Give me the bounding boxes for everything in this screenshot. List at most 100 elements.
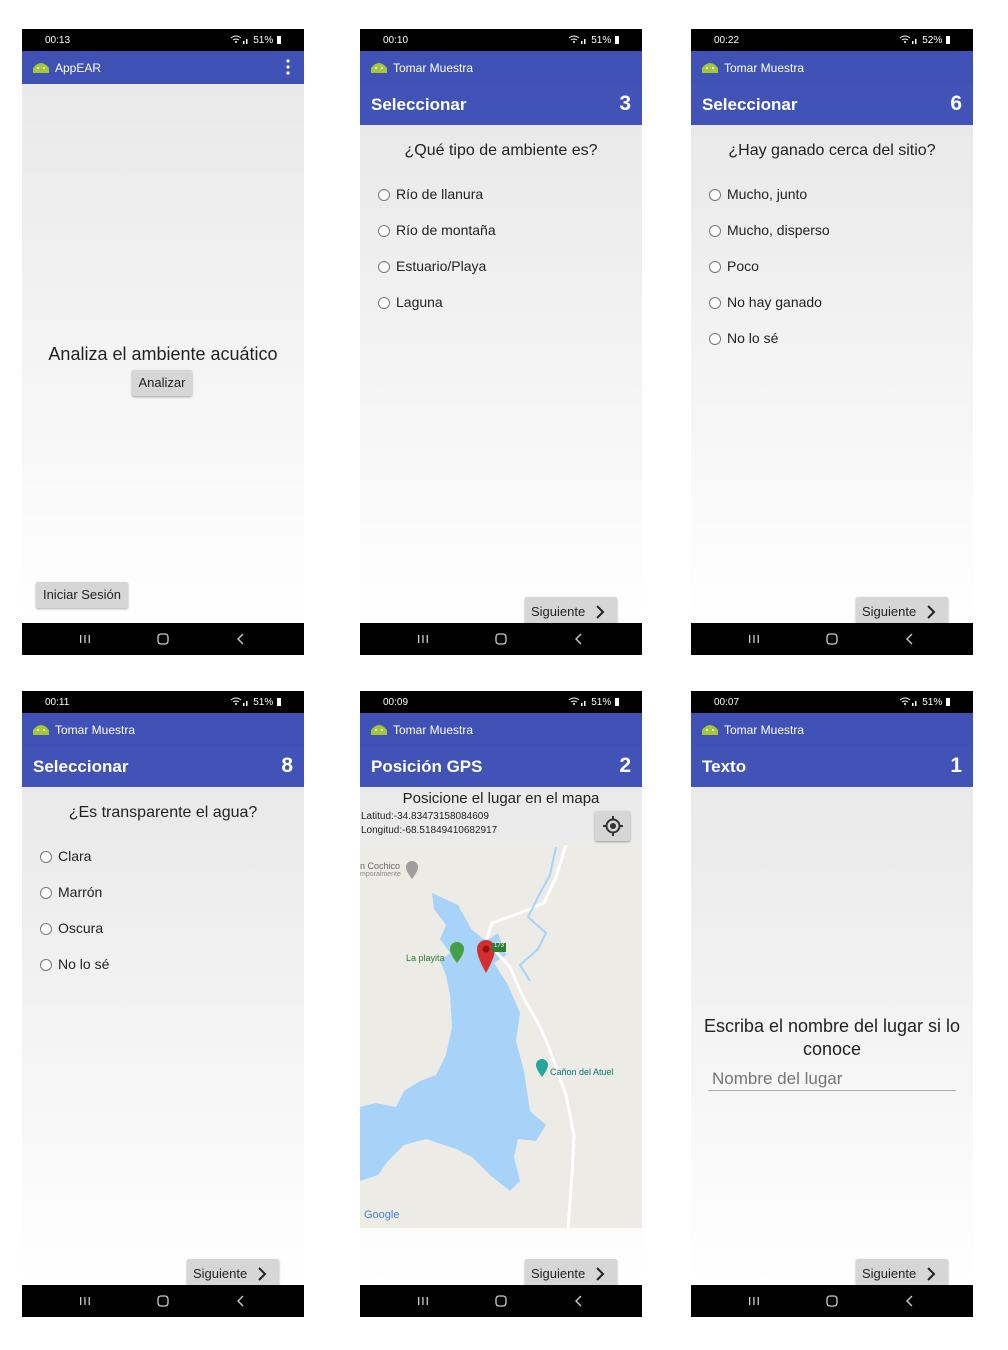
radio-button[interactable]: [709, 333, 721, 345]
android-logo-icon: [371, 725, 387, 735]
back-icon[interactable]: [903, 632, 917, 646]
content-area: Analiza el ambiente acuático Analizar In…: [22, 84, 304, 623]
step-title: Seleccionar: [371, 95, 467, 114]
status-bar: 00:09 51%: [360, 691, 642, 713]
question-text: ¿Es transparente el agua?: [68, 804, 258, 821]
step-title: Seleccionar: [702, 95, 798, 114]
app-bar: Tomar Muestra: [360, 51, 642, 84]
content-area: ¿Hay ganado cerca del sitio? Mucho, junt…: [691, 125, 973, 627]
status-time: 00:11: [45, 697, 70, 708]
home-icon[interactable]: [825, 1294, 839, 1308]
recents-icon[interactable]: [416, 632, 430, 646]
step-header: Texto 1: [691, 746, 973, 787]
map-label-temporal: mporalmente: [360, 871, 401, 878]
android-logo-icon: [702, 63, 718, 73]
battery-icon: [615, 36, 619, 44]
radio-button[interactable]: [709, 297, 721, 309]
system-nav-bar: [691, 623, 973, 655]
back-icon[interactable]: [234, 632, 248, 646]
question-text: ¿Qué tipo de ambiente es?: [404, 142, 598, 159]
recents-icon[interactable]: [78, 1294, 92, 1308]
battery-icon: [615, 698, 619, 706]
step-number: 3: [619, 92, 631, 115]
radio-button[interactable]: [378, 225, 390, 237]
battery-percent: 52%: [922, 35, 943, 46]
status-bar: 00:10 51%: [360, 29, 642, 51]
wifi-signal-icon: [569, 35, 586, 44]
app-title: Tomar Muestra: [55, 723, 136, 737]
system-nav-bar: [22, 1285, 304, 1317]
home-icon[interactable]: [825, 632, 839, 646]
radio-button[interactable]: [40, 887, 52, 899]
home-icon[interactable]: [156, 632, 170, 646]
battery-percent: 51%: [253, 35, 274, 46]
status-indicators: 51%: [899, 697, 951, 708]
next-label: Siguiente: [531, 1266, 586, 1281]
step-number: 1: [950, 754, 962, 777]
radio-button[interactable]: [709, 189, 721, 201]
app-bar: Tomar Muestra: [691, 51, 973, 84]
recents-icon[interactable]: [416, 1294, 430, 1308]
back-icon[interactable]: [903, 1294, 917, 1308]
overflow-menu-icon[interactable]: [286, 59, 290, 75]
radio-label: Río de llanura: [396, 186, 484, 202]
status-bar: 00:22 52%: [691, 29, 973, 51]
battery-icon: [946, 698, 950, 706]
radio-button[interactable]: [709, 225, 721, 237]
recents-icon[interactable]: [747, 632, 761, 646]
screen-place-name: 00:07 51% Tomar Muestra Texto 1 Escriba …: [691, 691, 973, 1317]
status-bar: 00:13 51%: [22, 29, 304, 51]
step-number: 2: [619, 754, 631, 777]
place-marker-canon: [536, 1059, 548, 1077]
home-icon[interactable]: [494, 1294, 508, 1308]
step-number: 6: [950, 92, 962, 115]
app-bar: AppEAR: [22, 51, 304, 84]
radio-button[interactable]: [378, 189, 390, 201]
place-name-input[interactable]: [708, 1067, 956, 1091]
analyze-button[interactable]: Analizar: [132, 370, 192, 396]
radio-label: Poco: [727, 258, 759, 274]
recents-icon[interactable]: [747, 1294, 761, 1308]
home-icon[interactable]: [494, 632, 508, 646]
place-marker-cochico: [406, 861, 418, 879]
map-label-playita: La playita: [406, 953, 445, 963]
next-label: Siguiente: [862, 604, 917, 619]
chevron-right-icon: [927, 1267, 936, 1281]
recents-icon[interactable]: [78, 632, 92, 646]
radio-label: Mucho, disperso: [727, 222, 830, 238]
step-title: Texto: [702, 757, 747, 776]
radio-button[interactable]: [378, 261, 390, 273]
home-icon[interactable]: [156, 1294, 170, 1308]
app-bar: Tomar Muestra: [691, 713, 973, 746]
next-label: Siguiente: [862, 1266, 917, 1281]
back-icon[interactable]: [572, 1294, 586, 1308]
back-icon[interactable]: [234, 1294, 248, 1308]
radio-button[interactable]: [40, 851, 52, 863]
step-header: Seleccionar 8: [22, 746, 304, 787]
wifi-signal-icon: [231, 35, 248, 44]
step-title: Posición GPS: [371, 757, 483, 776]
radio-label: Mucho, junto: [727, 186, 808, 202]
radio-button[interactable]: [378, 297, 390, 309]
battery-icon: [946, 36, 950, 44]
radio-label: Oscura: [58, 920, 104, 936]
status-time: 00:13: [45, 35, 71, 46]
radio-button[interactable]: [40, 959, 52, 971]
chevron-right-icon: [596, 1267, 605, 1281]
radio-label: Clara: [58, 848, 92, 864]
back-icon[interactable]: [572, 632, 586, 646]
radio-button[interactable]: [40, 923, 52, 935]
status-time: 00:10: [383, 35, 409, 46]
my-location-button[interactable]: [595, 811, 630, 841]
wifi-signal-icon: [231, 697, 248, 706]
wifi-signal-icon: [900, 697, 917, 706]
battery-percent: 51%: [591, 35, 612, 46]
system-nav-bar: [360, 1285, 642, 1317]
radio-button[interactable]: [709, 261, 721, 273]
reservoir-water: [360, 893, 546, 1191]
latitude-text: Latitud:-34.83473158084609: [361, 811, 489, 822]
status-time: 00:22: [714, 35, 740, 46]
chevron-right-icon: [258, 1267, 267, 1281]
login-button[interactable]: Iniciar Sesión: [36, 582, 128, 608]
map-view[interactable]: n Cochico mporalmente La playita Cañon d…: [360, 845, 642, 1228]
